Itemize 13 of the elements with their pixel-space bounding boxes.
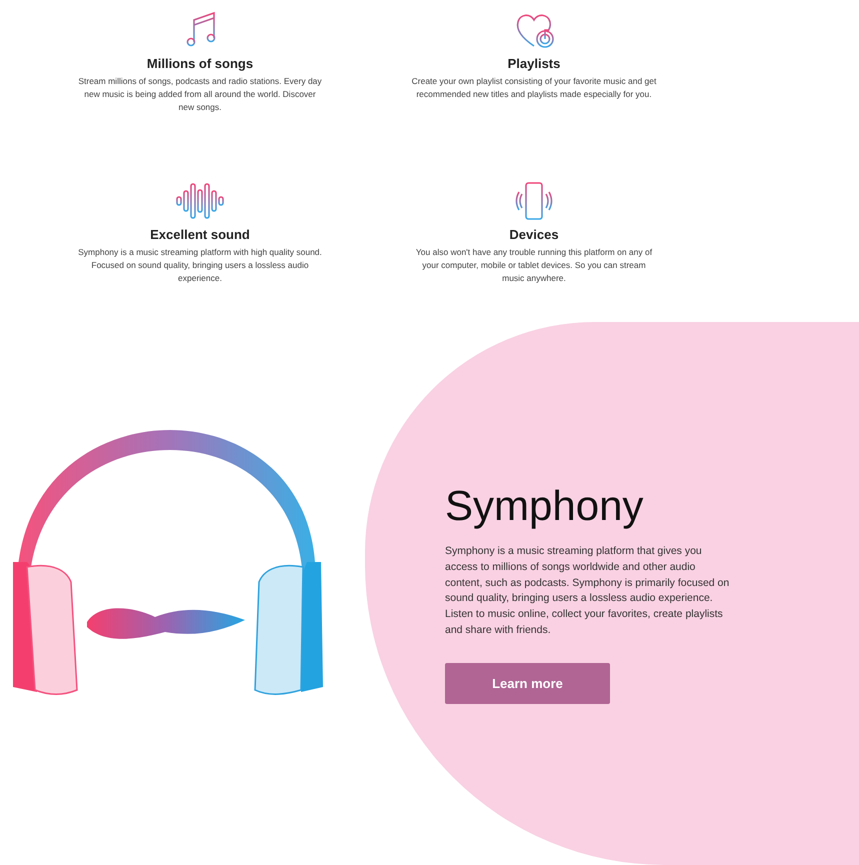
learn-more-button[interactable]: Learn more <box>445 662 610 704</box>
feature-description: Stream millions of songs, podcasts and radio stations. Every day new music is being added from all around the world. Discover new songs. <box>78 75 322 114</box>
hero-description: Symphony is a music streaming platform that gives you access to millions of songs worldwide and other audio content, such as podcasts. Symphony is primarily focused on sound quality, bringing users a lossless audio experience. Listen to music online, collect your favorites, create playlists and share with friends. <box>445 544 730 638</box>
phone-vibrating-icon <box>514 181 554 221</box>
feature-description: Symphony is a music streaming platform with high quality sound. Focused on sound quality, bringing users a lossless audio experience. <box>78 246 322 285</box>
feature-description: Create your own playlist consisting of your favorite music and get recommended new titles and playlists made especially for you. <box>412 75 656 101</box>
hero-title: Symphony <box>445 482 644 530</box>
feature-title: Millions of songs <box>146 56 254 71</box>
feature-description: You also won't have any trouble running this platform on any of your computer, mobile or tablet devices. So you can stream music anywhere. <box>414 246 654 285</box>
feature-title: Excellent sound <box>150 227 250 242</box>
feature-title: Playlists <box>508 56 560 71</box>
feature-title: Devices <box>509 227 559 242</box>
sound-wave-icon <box>174 181 226 221</box>
